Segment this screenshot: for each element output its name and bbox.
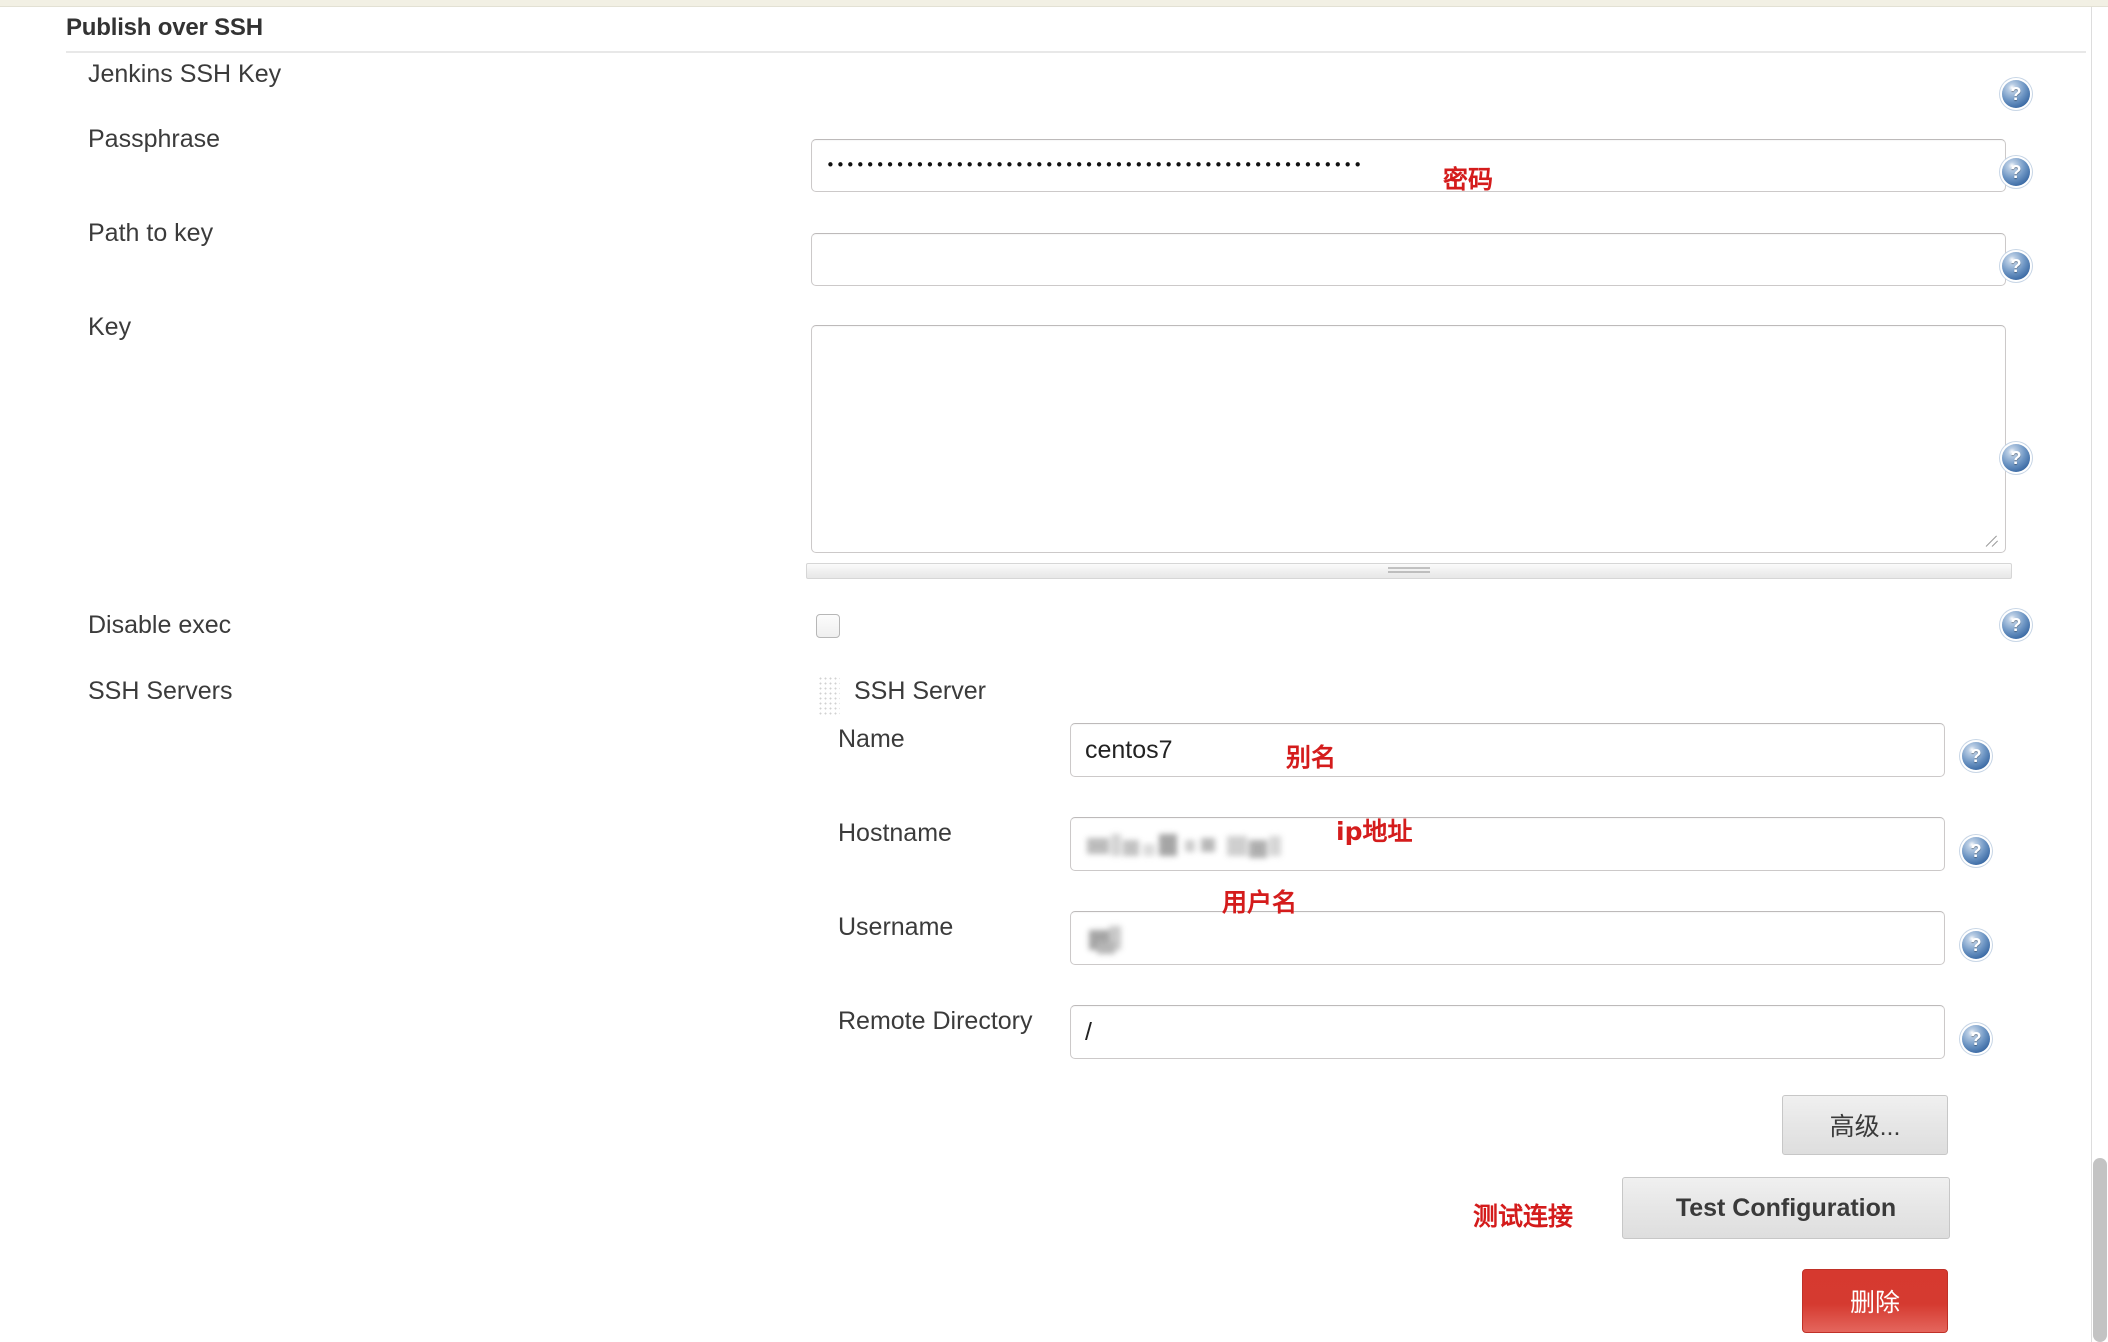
- vertical-scrollbar-track[interactable]: [2092, 7, 2108, 1342]
- key-label: Key: [88, 313, 132, 341]
- test-configuration-button[interactable]: Test Configuration: [1622, 1177, 1950, 1239]
- test-configuration-annotation: 测试连接: [1473, 1202, 1574, 1231]
- delete-button[interactable]: 删除: [1802, 1269, 1948, 1333]
- help-icon-ssh-server-hostname[interactable]: ?: [1962, 837, 1990, 865]
- key-textarea[interactable]: [811, 325, 2006, 553]
- passphrase-label: Passphrase: [88, 125, 221, 153]
- disable-exec-label: Disable exec: [88, 611, 232, 639]
- username-redaction-overlay: [1085, 924, 1155, 954]
- help-icon-glyph: ?: [1970, 934, 1982, 955]
- help-icon-ssh-server-name[interactable]: ?: [1962, 742, 1990, 770]
- section-divider: [66, 51, 2086, 53]
- ssh-server-hostname-annotation: ip地址: [1336, 817, 1413, 846]
- ssh-server-name-value: centos7: [1085, 735, 1173, 764]
- top-accent-strip: [0, 0, 2108, 7]
- help-icon-glyph: ?: [1970, 745, 1982, 766]
- ssh-server-remote-directory-value: /: [1085, 1017, 1092, 1046]
- passphrase-annotation: 密码: [1443, 165, 1494, 194]
- ssh-server-hostname-label: Hostname: [838, 819, 952, 847]
- page-title: Publish over SSH: [66, 14, 263, 41]
- ssh-server-name-label: Name: [838, 725, 905, 753]
- help-icon-glyph: ?: [1970, 840, 1982, 861]
- help-icon-ssh-server-username[interactable]: ?: [1962, 931, 1990, 959]
- disable-exec-checkbox[interactable]: [816, 614, 840, 638]
- help-icon-path-to-key[interactable]: ?: [2002, 252, 2030, 280]
- jenkins-ssh-key-label: Jenkins SSH Key: [88, 60, 282, 88]
- help-icon-ssh-server-remote-directory[interactable]: ?: [1962, 1025, 1990, 1053]
- ssh-server-username-annotation: 用户名: [1222, 888, 1298, 917]
- help-icon-glyph: ?: [2010, 614, 2022, 635]
- ssh-server-username-label: Username: [838, 913, 954, 941]
- advanced-button[interactable]: 高级...: [1782, 1095, 1948, 1155]
- ssh-server-username-input[interactable]: [1070, 911, 1945, 965]
- ssh-server-name-input[interactable]: centos7: [1070, 723, 1945, 777]
- passphrase-input[interactable]: ••••••••••••••••••••••••••••••••••••••••…: [811, 139, 2006, 192]
- ssh-server-hostname-input[interactable]: [1070, 817, 1945, 871]
- passphrase-masked-value: ••••••••••••••••••••••••••••••••••••••••…: [826, 156, 1364, 174]
- vertical-scrollbar-thumb[interactable]: [2093, 1158, 2107, 1342]
- help-icon-glyph: ?: [2010, 83, 2022, 104]
- drag-dots-icon[interactable]: [818, 676, 840, 716]
- help-icon-passphrase[interactable]: ?: [2002, 158, 2030, 186]
- help-icon-key[interactable]: ?: [2002, 444, 2030, 472]
- path-to-key-input[interactable]: [811, 233, 2006, 286]
- ssh-server-remote-directory-input[interactable]: /: [1070, 1005, 1945, 1059]
- path-to-key-label: Path to key: [88, 219, 214, 247]
- help-icon-glyph: ?: [2010, 161, 2022, 182]
- publish-over-ssh-panel: Publish over SSH Jenkins SSH Key ? Passp…: [0, 7, 2092, 1342]
- help-icon-jenkins-ssh-key[interactable]: ?: [2002, 80, 2030, 108]
- ssh-server-name-annotation: 别名: [1286, 743, 1337, 772]
- hostname-redaction-overlay: [1085, 830, 1285, 860]
- ssh-server-remote-directory-label: Remote Directory: [838, 1007, 1033, 1035]
- resize-knob-icon: [1388, 567, 1430, 575]
- ssh-servers-label: SSH Servers: [88, 677, 233, 705]
- ssh-server-title: SSH Server: [854, 677, 986, 705]
- help-icon-disable-exec[interactable]: ?: [2002, 611, 2030, 639]
- help-icon-glyph: ?: [1970, 1028, 1982, 1049]
- key-resize-rail[interactable]: [806, 563, 2012, 579]
- textarea-resize-grip-icon[interactable]: [1987, 535, 2001, 549]
- help-icon-glyph: ?: [2010, 447, 2022, 468]
- help-icon-glyph: ?: [2010, 255, 2022, 276]
